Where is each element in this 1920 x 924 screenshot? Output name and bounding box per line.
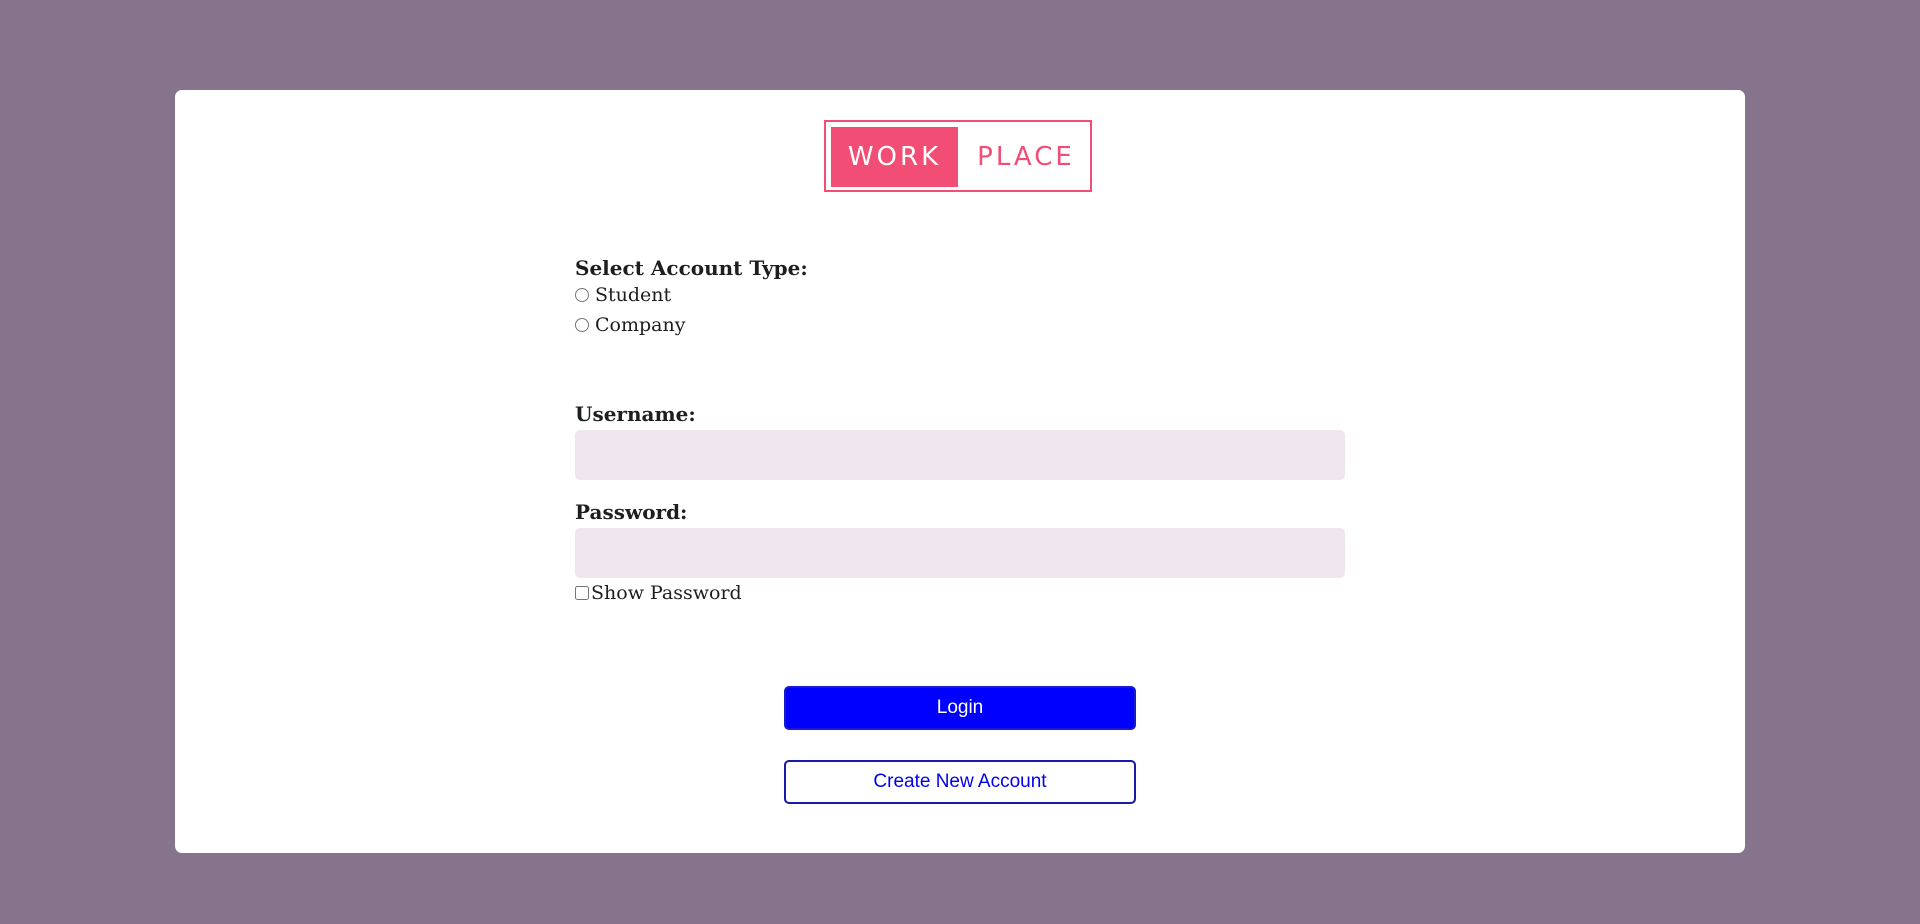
radio-option-student[interactable]: Student bbox=[575, 280, 1345, 310]
create-account-button[interactable]: Create New Account bbox=[784, 760, 1136, 804]
login-card: WORK PLACE Select Account Type: Student … bbox=[175, 90, 1745, 853]
account-type-label: Select Account Type: bbox=[575, 256, 808, 280]
login-button[interactable]: Login bbox=[784, 686, 1136, 730]
username-label: Username: bbox=[575, 402, 696, 426]
workplace-logo: WORK PLACE bbox=[824, 120, 1092, 192]
show-password-checkbox[interactable] bbox=[575, 586, 589, 600]
student-radio-label: Student bbox=[595, 284, 672, 306]
radio-option-company[interactable]: Company bbox=[575, 310, 1345, 340]
company-radio[interactable] bbox=[575, 318, 589, 332]
password-label: Password: bbox=[575, 500, 688, 524]
logo-place-text: PLACE bbox=[977, 142, 1075, 172]
show-password-label: Show Password bbox=[591, 582, 742, 604]
login-form: Select Account Type: Student Company Use… bbox=[575, 256, 1345, 608]
student-radio[interactable] bbox=[575, 288, 589, 302]
password-input[interactable] bbox=[575, 528, 1345, 578]
company-radio-label: Company bbox=[595, 314, 686, 336]
username-input[interactable] bbox=[575, 430, 1345, 480]
logo-work-text: WORK bbox=[831, 127, 958, 187]
show-password-toggle[interactable]: Show Password bbox=[575, 578, 1345, 608]
